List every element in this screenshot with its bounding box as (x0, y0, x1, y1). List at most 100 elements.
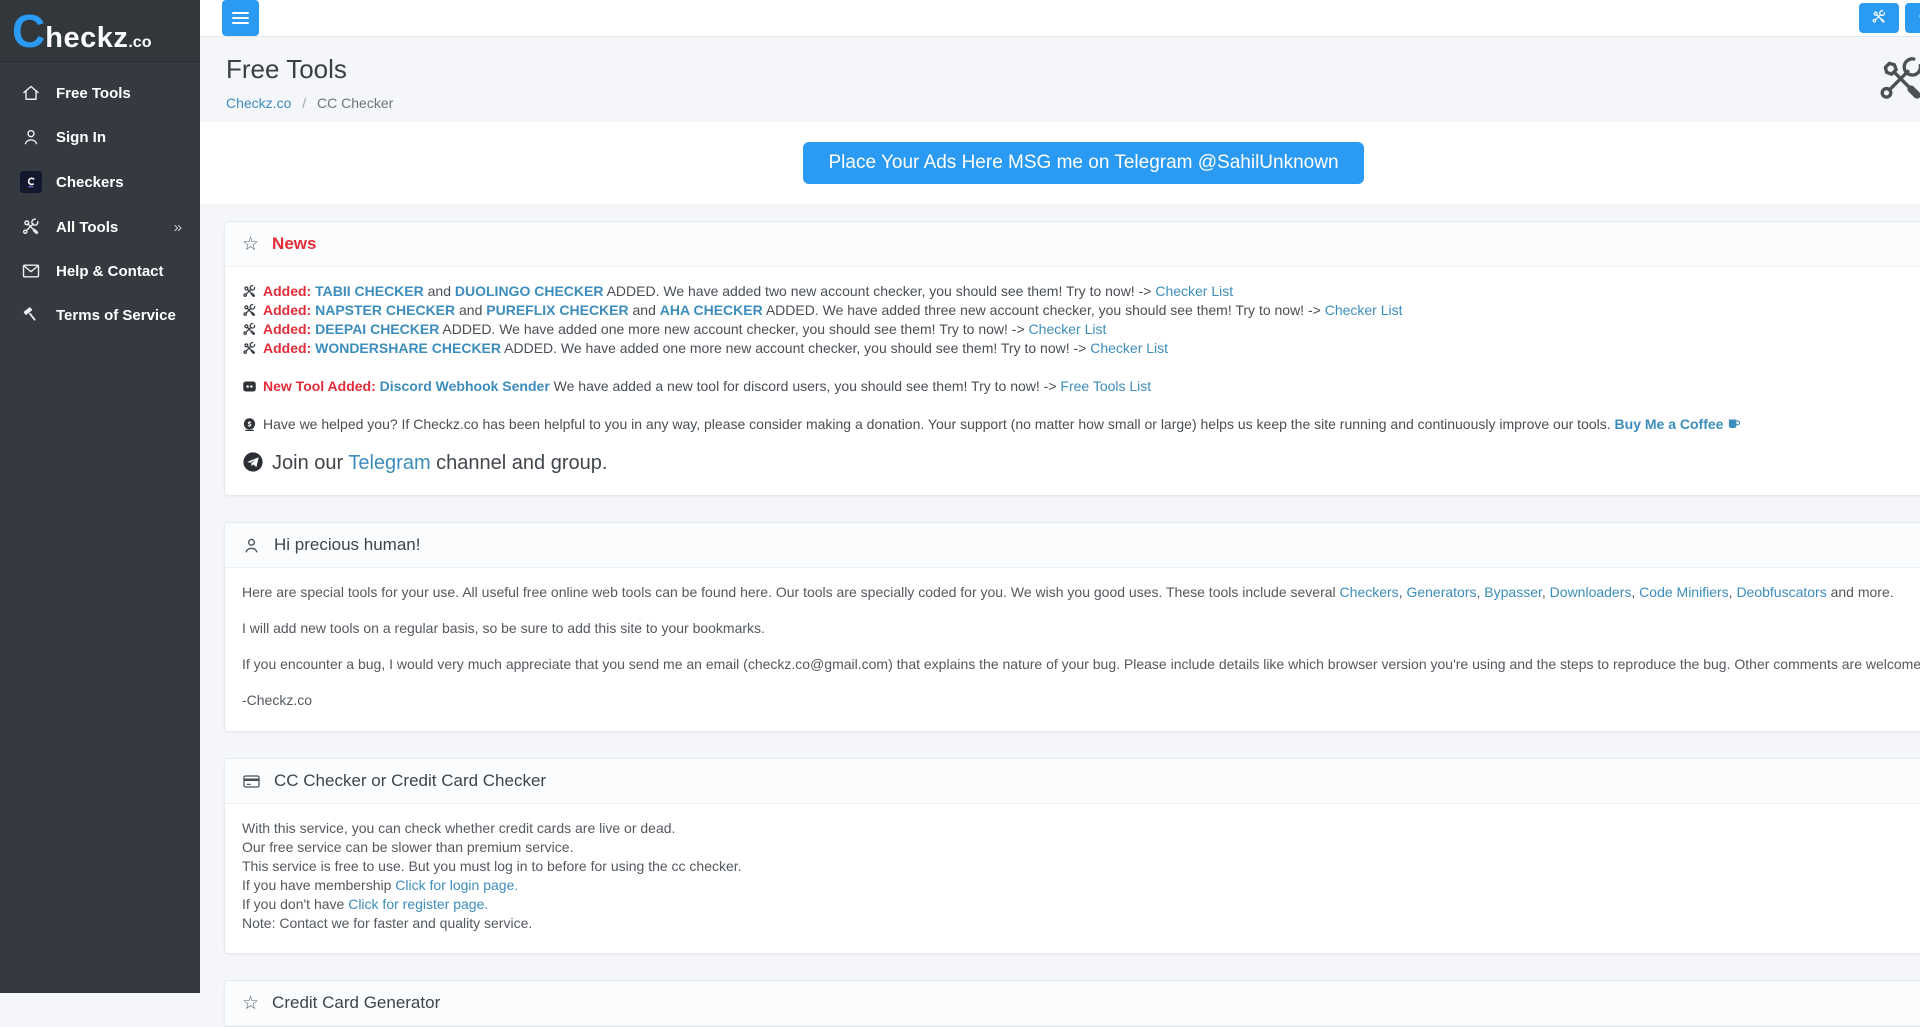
cc-info-line: If you have membership Click for login p… (242, 876, 1920, 895)
greeting-signature: -Checkz.co (242, 691, 1920, 709)
content-area: ☆ News Added: TABII CHECKER and DUOLINGO… (200, 204, 1920, 1027)
generators-link[interactable]: Generators (1406, 584, 1476, 600)
tools-button[interactable] (1859, 3, 1899, 33)
greeting-paragraph: Here are special tools for your use. All… (242, 583, 1920, 601)
hamburger-icon (232, 12, 249, 14)
app-root: Checkz.co Free Tools Sign In Checkers (0, 0, 1920, 993)
buy-me-a-coffee-link[interactable]: Buy Me a Coffee (1615, 416, 1724, 432)
news-card-body: Added: TABII CHECKER and DUOLINGO CHECKE… (225, 267, 1920, 495)
checker-list-link[interactable]: Checker List (1325, 302, 1403, 318)
gavel-icon (18, 305, 44, 325)
tools-icon (242, 303, 257, 318)
content-header: Free Tools Checkz.co / CC Checker (200, 37, 1920, 122)
new-tool-label: New Tool Added: (263, 378, 380, 394)
sidebar-item-checkers[interactable]: Checkers (0, 159, 200, 205)
breadcrumb: Checkz.co / CC Checker (226, 95, 1920, 111)
news-text: and (629, 302, 660, 318)
deobfuscators-link[interactable]: Deobfuscators (1736, 584, 1826, 600)
cc-checker-card: CC Checker or Credit Card Checker With t… (224, 758, 1920, 954)
news-text: and (424, 283, 455, 299)
sidebar-item-label: Checkers (56, 174, 124, 191)
cc-checker-card-header: CC Checker or Credit Card Checker (225, 759, 1920, 804)
breadcrumb-separator: / (302, 95, 306, 111)
checker-link[interactable]: AHA CHECKER (660, 302, 763, 318)
cc-info-line: Note: Contact we for faster and quality … (242, 914, 1920, 933)
added-label: Added: (263, 283, 315, 299)
cc-text: If you don't have (242, 896, 348, 912)
sidebar-item-free-tools[interactable]: Free Tools (0, 71, 200, 115)
sidebar-item-all-tools[interactable]: All Tools » (0, 205, 200, 249)
tools-icon (242, 284, 257, 299)
user-icon (18, 127, 44, 147)
tools-icon (242, 341, 257, 356)
telegram-link[interactable]: Telegram (348, 452, 430, 474)
svg-text:$: $ (248, 421, 252, 428)
news-card: ☆ News Added: TABII CHECKER and DUOLINGO… (224, 221, 1920, 496)
free-tools-list-link[interactable]: Free Tools List (1060, 378, 1151, 394)
sidebar-item-sign-in[interactable]: Sign In (0, 115, 200, 159)
checkers-link[interactable]: Checkers (1340, 584, 1399, 600)
checker-link[interactable]: DUOLINGO CHECKER (455, 283, 604, 299)
tools-icon (242, 322, 257, 337)
donate-icon: $ (242, 417, 257, 432)
bypasser-link[interactable]: Bypasser (1484, 584, 1542, 600)
telegram-item: Join our Telegram channel and group. (242, 451, 1920, 475)
greeting-card-title: Hi precious human! (274, 535, 420, 555)
topbar (200, 0, 1920, 37)
telegram-icon (242, 451, 264, 473)
checker-list-link[interactable]: Checker List (1029, 321, 1107, 337)
cc-checker-card-body: With this service, you can check whether… (225, 804, 1920, 953)
home-icon (18, 83, 44, 103)
breadcrumb-home-link[interactable]: Checkz.co (226, 95, 291, 111)
downloaders-link[interactable]: Downloaders (1550, 584, 1632, 600)
tools-icon (18, 217, 44, 237)
login-page-link[interactable]: Click for login page. (395, 877, 518, 893)
sidebar-item-label: Terms of Service (56, 307, 176, 324)
news-item: Added: DEEPAI CHECKER ADDED. We have add… (242, 320, 1920, 339)
sidebar-item-terms[interactable]: Terms of Service (0, 293, 200, 337)
search-button[interactable] (1905, 3, 1920, 33)
star-icon: ☆ (242, 235, 259, 254)
star-icon: ☆ (242, 994, 259, 1013)
brand-tld: .co (128, 34, 151, 52)
checker-link[interactable]: DEEPAI CHECKER (315, 321, 439, 337)
sidebar-item-help-contact[interactable]: Help & Contact (0, 249, 200, 293)
cc-info-line: With this service, you can check whether… (242, 819, 1920, 838)
added-label: Added: (263, 340, 315, 356)
greeting-text: Here are special tools for your use. All… (242, 584, 1340, 600)
user-icon (242, 536, 261, 555)
news-text: ADDED. We have added one more new accoun… (439, 321, 1028, 337)
cc-checker-card-title: CC Checker or Credit Card Checker (274, 771, 546, 791)
news-text: ADDED. We have added one more new accoun… (501, 340, 1090, 356)
menu-toggle-button[interactable] (222, 0, 259, 36)
greeting-card: Hi precious human! Here are special tool… (224, 522, 1920, 732)
brand-name: heckz (45, 22, 128, 55)
register-page-link[interactable]: Click for register page. (348, 896, 488, 912)
checker-list-link[interactable]: Checker List (1090, 340, 1168, 356)
checker-link[interactable]: PUREFLIX CHECKER (486, 302, 628, 318)
ads-banner-button[interactable]: Place Your Ads Here MSG me on Telegram @… (803, 142, 1363, 184)
news-text: and (455, 302, 486, 318)
telegram-text: channel and group. (431, 452, 608, 474)
added-label: Added: (263, 302, 315, 318)
news-text: We have added a new tool for discord use… (550, 378, 1061, 394)
code-minifiers-link[interactable]: Code Minifiers (1639, 584, 1728, 600)
greeting-card-body: Here are special tools for your use. All… (225, 568, 1920, 731)
topbar-actions (1859, 3, 1920, 33)
checker-list-link[interactable]: Checker List (1155, 283, 1233, 299)
donation-item: $Have we helped you? If Checkz.co has be… (242, 415, 1920, 434)
news-card-header: ☆ News (225, 222, 1920, 267)
new-tool-item: New Tool Added: Discord Webhook Sender W… (242, 377, 1920, 396)
breadcrumb-current: CC Checker (317, 95, 393, 111)
checker-link[interactable]: WONDERSHARE CHECKER (315, 340, 501, 356)
cc-info-line: This service is free to use. But you mus… (242, 857, 1920, 876)
brand-logo[interactable]: Checkz.co (0, 0, 200, 61)
discord-webhook-link[interactable]: Discord Webhook Sender (380, 378, 550, 394)
checker-link[interactable]: TABII CHECKER (315, 283, 424, 299)
news-text: ADDED. We have added two new account che… (603, 283, 1155, 299)
chevron-double-right-icon: » (174, 219, 182, 236)
checker-link[interactable]: NAPSTER CHECKER (315, 302, 455, 318)
greeting-text: and more. (1827, 584, 1894, 600)
greeting-paragraph: If you encounter a bug, I would very muc… (242, 655, 1920, 673)
news-item: Added: TABII CHECKER and DUOLINGO CHECKE… (242, 282, 1920, 301)
